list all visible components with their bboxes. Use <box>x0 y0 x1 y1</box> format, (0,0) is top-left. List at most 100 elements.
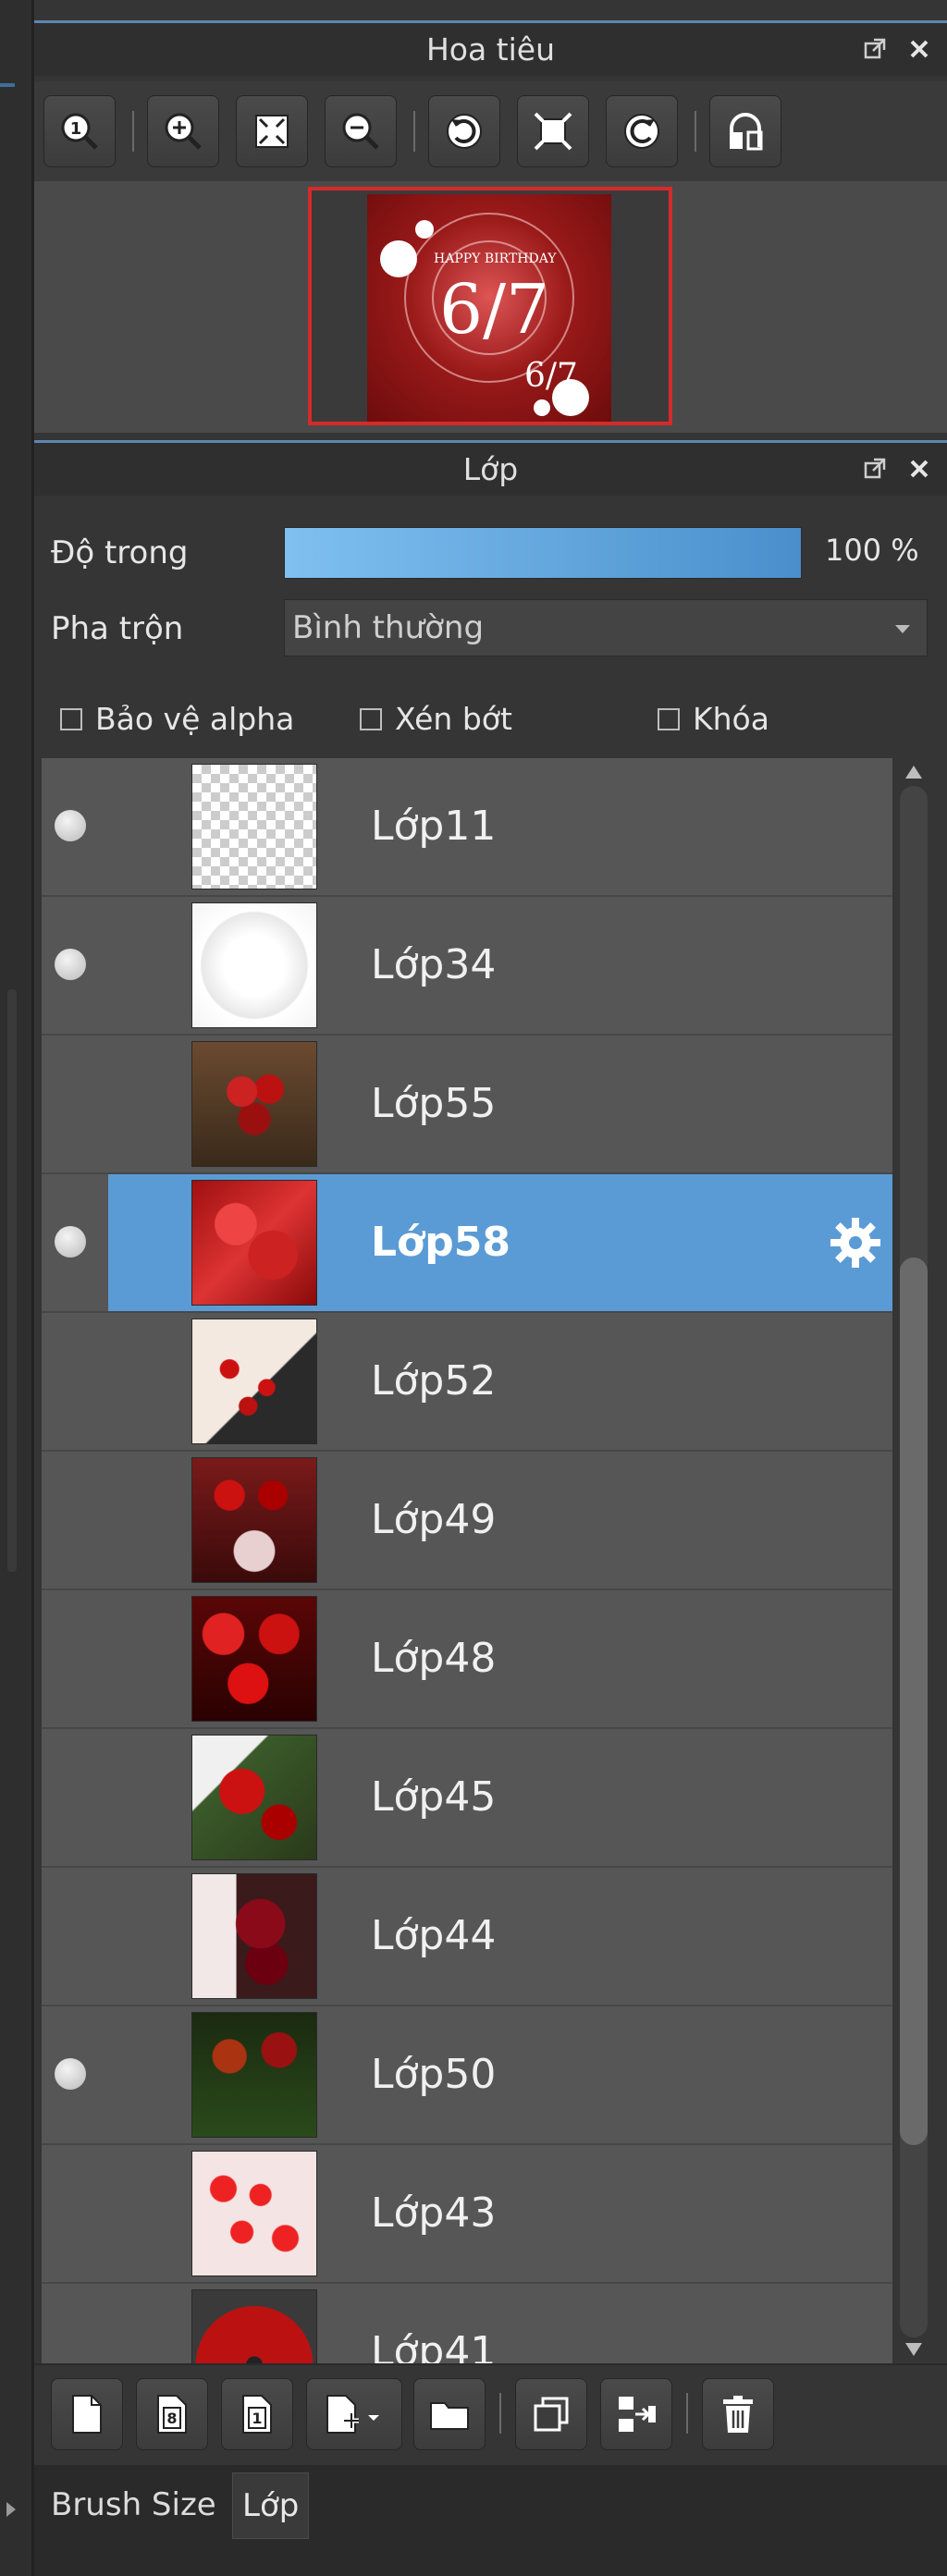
scroll-up-icon[interactable] <box>905 766 922 779</box>
clip-checkbox[interactable]: Xén bớt <box>360 701 512 737</box>
undock-icon[interactable] <box>860 454 890 484</box>
layer-name: Lớp50 <box>371 2051 497 2098</box>
navigator-toolbar: 1 <box>34 81 947 181</box>
gear-icon[interactable] <box>824 1211 887 1274</box>
layer-row[interactable]: Lớp52 <box>42 1313 892 1450</box>
layer-name: Lớp44 <box>371 1912 497 1959</box>
layer-row[interactable]: Lớp34 <box>42 897 892 1034</box>
layer-thumbnail <box>191 1319 317 1444</box>
preview-viewport-frame[interactable]: HAPPY BIRTHDAY 6/7 6/7 <box>308 187 672 425</box>
layers-header: Lớp <box>34 440 947 496</box>
layer-name: Lớp43 <box>371 2190 497 2237</box>
layer-row[interactable]: Lớp48 <box>42 1590 892 1727</box>
layer-row[interactable]: Lớp55 <box>42 1036 892 1172</box>
visibility-dot-icon[interactable] <box>55 1226 86 1257</box>
undock-icon[interactable] <box>860 34 890 64</box>
layer-row[interactable]: Lớp49 <box>42 1452 892 1589</box>
duplicate-layer-button[interactable] <box>515 2378 587 2450</box>
protect-alpha-label: Bảo vệ alpha <box>95 701 295 737</box>
chevron-down-icon <box>895 625 910 633</box>
scroll-thumb[interactable] <box>900 1257 928 2145</box>
layer-thumbnail <box>191 1735 317 1860</box>
rotate-left-button[interactable] <box>428 95 500 167</box>
trash-icon <box>723 2396 753 2433</box>
svg-text:8: 8 <box>166 2410 177 2427</box>
layer-controls: Độ trong 100 % Pha trộn Bình thường Bảo … <box>34 507 947 749</box>
layer-row[interactable]: Lớp11 <box>42 758 892 895</box>
merge-down-icon <box>619 2397 656 2432</box>
merge-down-button[interactable] <box>600 2378 672 2450</box>
svg-text:1: 1 <box>70 119 82 139</box>
lock-label: Khóa <box>693 701 769 737</box>
visibility-dot-icon[interactable] <box>55 949 86 980</box>
layer-name: Lớp48 <box>371 1635 497 1682</box>
tab-scroll-left-icon[interactable] <box>6 2502 16 2517</box>
layer-thumbnail <box>191 1873 317 1999</box>
layer-list-scrollbar[interactable] <box>892 758 935 2363</box>
flip-horizontal-button[interactable] <box>709 95 781 167</box>
layer-row[interactable]: Lớp41 <box>42 2284 892 2363</box>
flip-horizontal-icon <box>730 113 763 151</box>
layer-row[interactable]: Lớp50 <box>42 2006 892 2143</box>
new-8bit-layer-button[interactable]: 8 <box>136 2378 208 2450</box>
zoom-out-button[interactable] <box>325 95 397 167</box>
opacity-value: 100 % <box>825 533 919 568</box>
opacity-slider[interactable] <box>284 527 802 579</box>
layers-header-icons <box>860 454 934 484</box>
preview-dot <box>380 240 417 277</box>
tab-layer[interactable]: Lớp <box>232 2472 310 2539</box>
reset-view-button[interactable] <box>517 95 589 167</box>
left-strip-scrollbar[interactable] <box>7 989 17 1572</box>
rotate-right-button[interactable] <box>606 95 678 167</box>
rotate-right-icon <box>624 114 659 149</box>
visibility-dot-icon[interactable] <box>55 2058 86 2090</box>
blend-mode-select[interactable]: Bình thường <box>284 599 928 656</box>
blend-label: Pha trộn <box>51 610 184 647</box>
new-layer-button[interactable] <box>51 2378 123 2450</box>
left-strip-accent <box>0 83 15 87</box>
new-1bit-layer-button[interactable]: 1 <box>221 2378 293 2450</box>
layer-row[interactable]: Lớp43 <box>42 2145 892 2282</box>
selected-row-visibility-cell[interactable] <box>42 1174 108 1311</box>
fit-screen-button[interactable] <box>236 95 308 167</box>
reset-view-icon <box>534 112 572 151</box>
preview-dot <box>415 220 434 239</box>
preview-small-date: 6/7 <box>524 357 578 395</box>
zoom-one-icon: 1 <box>61 113 98 150</box>
tab-brush-size[interactable]: Brush Size <box>42 2472 226 2537</box>
add-layer-menu-button[interactable] <box>306 2378 402 2450</box>
layer-thumbnail <box>191 1180 317 1306</box>
lock-checkbox[interactable]: Khóa <box>658 701 769 737</box>
layer-row-selected[interactable]: Lớp58 <box>108 1174 892 1311</box>
close-icon[interactable] <box>904 454 934 484</box>
checkbox-box <box>360 707 382 730</box>
layer-thumbnail <box>191 2289 317 2363</box>
layer-name: Lớp45 <box>371 1773 497 1821</box>
layer-row[interactable]: Lớp45 <box>42 1729 892 1866</box>
preview-dot <box>534 399 550 416</box>
layer-name: Lớp34 <box>371 941 497 988</box>
visibility-dot-icon[interactable] <box>55 810 86 841</box>
zoom-out-icon <box>342 113 379 150</box>
layer-name: Lớp11 <box>371 803 497 850</box>
delete-layer-button[interactable] <box>702 2378 774 2450</box>
right-dock: Hoa tiêu 1 HAPPY BIRTHDAY 6/7 6/7 Lớp Độ… <box>6 0 947 2576</box>
new-folder-button[interactable] <box>413 2378 486 2450</box>
navigator-header-icons <box>860 34 934 64</box>
zoom-in-button[interactable] <box>147 95 219 167</box>
toolbar-separator <box>132 111 134 152</box>
navigator-preview[interactable]: HAPPY BIRTHDAY 6/7 6/7 <box>34 181 947 433</box>
layer-list: Lớp11 Lớp34 Lớp55 Lớp58 Lớp52 Lớp49 Lớp4… <box>42 758 892 2363</box>
preview-big-date: 6/7 <box>439 270 550 350</box>
layer-thumbnail <box>191 1457 317 1583</box>
rotate-left-icon <box>447 114 482 149</box>
scroll-down-icon[interactable] <box>905 2343 922 2356</box>
protect-alpha-checkbox[interactable]: Bảo vệ alpha <box>60 701 294 737</box>
close-icon[interactable] <box>904 34 934 64</box>
clip-label: Xén bớt <box>395 701 512 737</box>
new-page-icon <box>72 2395 102 2434</box>
zoom-actual-size-button[interactable]: 1 <box>43 95 116 167</box>
layer-name: Lớp49 <box>371 1496 497 1543</box>
toolbar-separator <box>686 2393 688 2434</box>
layer-row[interactable]: Lớp44 <box>42 1868 892 2005</box>
